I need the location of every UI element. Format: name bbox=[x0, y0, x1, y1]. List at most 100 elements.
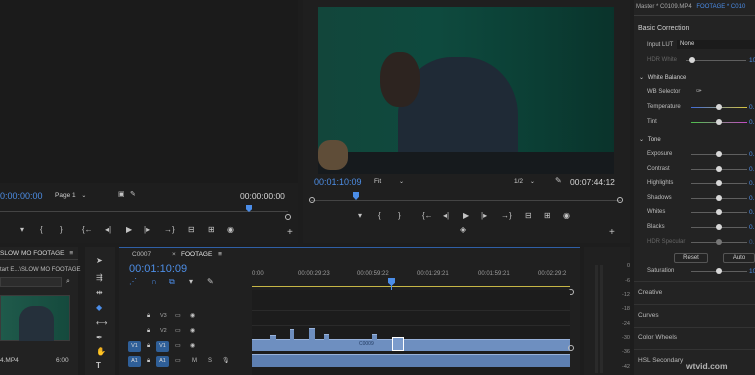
hsl-secondary-section[interactable]: HSL Secondary bbox=[638, 357, 683, 364]
lock-icon[interactable]: 🔒︎ bbox=[147, 313, 150, 319]
play-icon[interactable]: ▶ bbox=[463, 212, 469, 220]
play-icon[interactable]: ▶ bbox=[126, 226, 132, 234]
project-tab[interactable]: SLOW MO FOOTAGE ≡ bbox=[0, 250, 73, 257]
tone-heading[interactable]: ⌄ Tone bbox=[639, 136, 661, 143]
whites-value[interactable]: 0. bbox=[749, 209, 754, 216]
reset-button[interactable]: Reset bbox=[674, 253, 708, 263]
mark-out-icon[interactable]: { bbox=[40, 226, 43, 234]
source-patch-a1[interactable]: A1 bbox=[128, 356, 141, 367]
source-scrub-bar[interactable] bbox=[0, 205, 288, 213]
temperature-slider-knob[interactable] bbox=[716, 104, 722, 110]
add-button-icon[interactable]: + bbox=[609, 228, 615, 238]
timeline-clip[interactable] bbox=[309, 328, 315, 351]
step-back-icon[interactable]: ◂| bbox=[443, 212, 449, 220]
linked-selection-icon[interactable]: ⧉ bbox=[169, 278, 175, 286]
auto-button[interactable]: Auto bbox=[723, 253, 755, 263]
source-zoom-handle[interactable] bbox=[285, 214, 291, 220]
timeline-clip[interactable] bbox=[324, 334, 329, 351]
sync-lock-icon[interactable]: ▭ bbox=[175, 343, 181, 349]
scrub-end-handle[interactable] bbox=[617, 197, 623, 203]
mute-button[interactable]: M bbox=[192, 358, 197, 364]
selected-clip-marker[interactable] bbox=[392, 337, 404, 351]
razor-tool-icon[interactable]: ◆ bbox=[96, 304, 102, 312]
program-scrub-bar[interactable] bbox=[309, 192, 623, 204]
curves-section[interactable]: Curves bbox=[638, 312, 659, 319]
hdr-specular-value[interactable]: 0. bbox=[749, 239, 754, 246]
step-forward-icon[interactable]: |▸ bbox=[144, 226, 150, 234]
add-button-icon[interactable]: + bbox=[287, 228, 293, 238]
resolution-dropdown[interactable]: 1/2 ⌄ bbox=[514, 178, 535, 185]
solo-button[interactable]: S bbox=[208, 358, 212, 364]
wrench-icon[interactable]: ✎ bbox=[555, 177, 562, 185]
lock-icon[interactable]: 🔒︎ bbox=[147, 328, 150, 334]
white-balance-heading[interactable]: ⌄ White Balance bbox=[639, 74, 686, 81]
hand-tool-icon[interactable]: ✋ bbox=[96, 348, 106, 356]
export-frame-icon[interactable]: ◉ bbox=[227, 226, 234, 234]
close-icon[interactable]: × bbox=[172, 251, 176, 258]
hdr-white-slider-knob[interactable] bbox=[689, 57, 695, 63]
highlights-slider-knob[interactable] bbox=[716, 180, 722, 186]
slip-tool-icon[interactable]: ⟷ bbox=[96, 319, 107, 327]
timeline-clip[interactable] bbox=[290, 329, 294, 351]
fit-dropdown[interactable]: Fit ⌄ bbox=[374, 178, 410, 185]
go-to-out-icon[interactable]: →} bbox=[164, 226, 175, 234]
scrub-start-handle[interactable] bbox=[309, 197, 315, 203]
eye-icon[interactable]: ◉ bbox=[190, 313, 195, 319]
step-forward-icon[interactable]: |▸ bbox=[481, 212, 487, 220]
sync-lock-icon[interactable]: ▭ bbox=[175, 328, 181, 334]
pen-tool-icon[interactable]: ✒ bbox=[96, 334, 103, 342]
menu-icon[interactable]: ≡ bbox=[218, 251, 222, 258]
hdr-white-value[interactable]: 10 bbox=[749, 57, 755, 64]
highlights-value[interactable]: 0. bbox=[749, 180, 754, 187]
mark-clip-icon[interactable]: } bbox=[398, 212, 401, 220]
settings-wrench-icon[interactable]: ✎ bbox=[130, 191, 136, 198]
source-patch-v1[interactable]: V1 bbox=[128, 341, 141, 352]
creative-section[interactable]: Creative bbox=[638, 289, 662, 296]
contrast-slider-knob[interactable] bbox=[716, 166, 722, 172]
go-to-in-icon[interactable]: {← bbox=[422, 212, 433, 220]
extract-icon[interactable]: ⊞ bbox=[544, 212, 551, 220]
magnet-icon[interactable]: ∩ bbox=[151, 278, 157, 286]
source-timecode[interactable]: 0:00:00:00 bbox=[0, 191, 43, 201]
eyedropper-icon[interactable]: ✑ bbox=[696, 88, 702, 95]
go-to-out-icon[interactable]: →} bbox=[501, 212, 512, 220]
type-tool-icon[interactable]: T bbox=[96, 362, 101, 370]
timeline-timecode[interactable]: 00:01:10:09 bbox=[129, 263, 187, 275]
ripple-edit-tool-icon[interactable]: ⇹ bbox=[96, 289, 103, 297]
project-search-field[interactable] bbox=[0, 277, 62, 287]
step-back-icon[interactable]: ◂| bbox=[105, 226, 111, 234]
exposure-value[interactable]: 0. bbox=[749, 151, 754, 158]
overwrite-icon[interactable]: ⊞ bbox=[208, 226, 215, 234]
exposure-slider-knob[interactable] bbox=[716, 151, 722, 157]
timeline-end-handle[interactable] bbox=[568, 345, 574, 351]
timeline-clip[interactable] bbox=[270, 335, 276, 351]
video-track-v1-clips[interactable]: C0009 bbox=[252, 328, 570, 353]
sync-lock-icon[interactable]: ▭ bbox=[175, 313, 181, 319]
export-frame-icon[interactable]: ◉ bbox=[563, 212, 570, 220]
timeline-tab-c0007[interactable]: C0007 bbox=[132, 251, 151, 258]
menu-icon[interactable]: ≡ bbox=[69, 250, 73, 257]
sequence-clip-link[interactable]: FOOTAGE * C010 bbox=[696, 4, 745, 10]
mark-clip-icon[interactable]: } bbox=[60, 226, 63, 234]
mark-in-icon[interactable]: ▾ bbox=[20, 226, 24, 234]
audio-track-a1-clips[interactable] bbox=[252, 353, 570, 369]
saturation-value[interactable]: 10 bbox=[749, 268, 755, 275]
color-wheels-section[interactable]: Color Wheels bbox=[638, 334, 677, 341]
mark-in-icon[interactable]: ▾ bbox=[358, 212, 362, 220]
tint-value[interactable]: 0. bbox=[749, 119, 754, 126]
track-select-tool-icon[interactable]: ⇶ bbox=[96, 274, 103, 282]
lock-icon[interactable]: 🔒︎ bbox=[147, 358, 150, 364]
microphone-icon[interactable]: 🎙︎ bbox=[222, 358, 230, 364]
eye-icon[interactable]: ◉ bbox=[190, 328, 195, 334]
sync-lock-icon[interactable]: ▭ bbox=[175, 358, 181, 364]
clip-thumbnail[interactable] bbox=[0, 295, 70, 341]
timeline-ruler[interactable]: 0:00 00:00:29:23 00:00:59:22 00:01:29:21… bbox=[252, 268, 572, 288]
blacks-slider-knob[interactable] bbox=[716, 224, 722, 230]
go-to-in-icon[interactable]: {← bbox=[82, 226, 93, 234]
work-area-bar[interactable] bbox=[252, 286, 570, 287]
saturation-slider-knob[interactable] bbox=[716, 268, 722, 274]
whites-slider-knob[interactable] bbox=[716, 209, 722, 215]
page-select[interactable]: Page 1 ⌄ bbox=[55, 192, 86, 199]
fit-to-frame-icon[interactable]: ▣ bbox=[118, 191, 125, 198]
track-target-a1[interactable]: A1 bbox=[156, 356, 169, 367]
